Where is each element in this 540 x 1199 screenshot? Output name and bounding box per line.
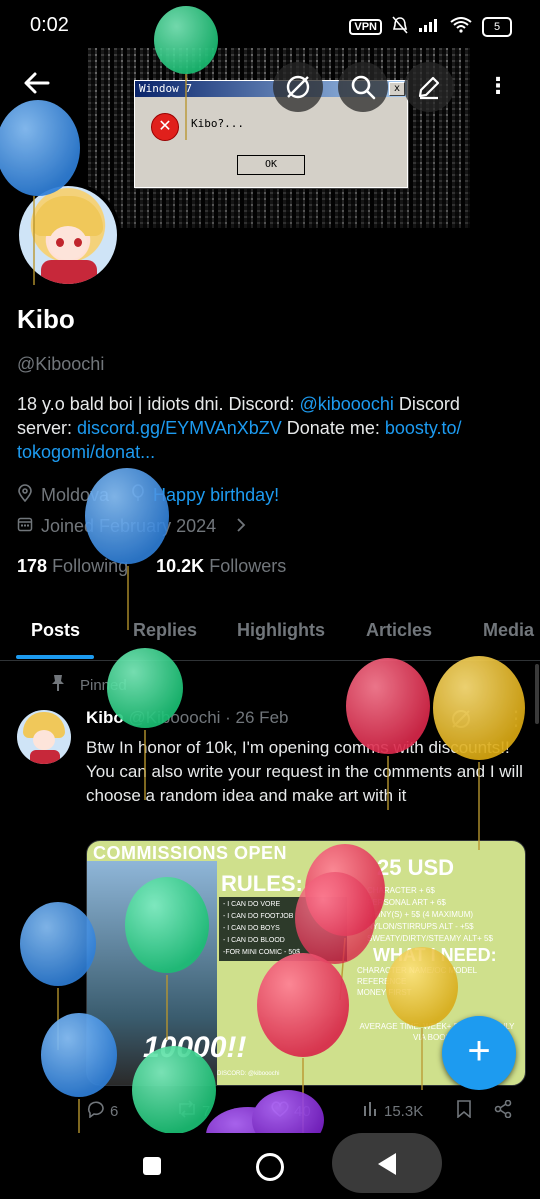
image-price-list: CHARACTER + 6$ PERSONAL ART + 6$ SHINY(S) …: [367, 886, 493, 943]
profile-birthday: Happy birthday!: [153, 485, 280, 505]
image-credit: DISCORD: @kibooochi: [217, 1071, 280, 1077]
post-author[interactable]: Kibo: [86, 708, 124, 727]
image-rules-list: - I CAN DO VORE - I CAN DO FOOTJOB - I CAN…: [219, 897, 347, 961]
post-text: Btw In honor of 10k, I'm opening comms w…: [86, 738, 523, 805]
views-count: 15.3K: [384, 1102, 424, 1120]
dialog-ok-button[interactable]: OK: [237, 155, 305, 175]
search-icon[interactable]: [338, 62, 388, 112]
profile-joined: Joined February 2024: [41, 516, 217, 536]
dialog-title-text: Window 7: [139, 82, 192, 95]
scrollbar[interactable]: [535, 664, 539, 724]
views-button[interactable]: 15.3K: [362, 1100, 423, 1122]
pinned-indicator: Pinned: [50, 674, 127, 696]
balloon-blue-icon: [20, 902, 96, 1050]
post-header: Kibo @Kibooochi · 26 Feb: [86, 708, 288, 728]
followers-count[interactable]: 10.2K: [156, 556, 204, 576]
location-icon: [17, 484, 33, 507]
bio-discord-link[interactable]: discord.gg/EYMVAnXbZV: [77, 418, 282, 438]
image-need-title: WHAT I NEED:: [373, 945, 497, 965]
views-icon: [362, 1100, 380, 1122]
pinned-label: Pinned: [80, 676, 127, 694]
post-more-icon[interactable]: ⋮: [506, 706, 526, 731]
location-birthday-row: Moldova Happy birthday!: [17, 484, 279, 507]
calendar-icon: [17, 516, 33, 537]
pin-icon: [50, 674, 66, 696]
tab-replies[interactable]: Replies: [133, 620, 197, 641]
repost-button[interactable]: 7: [176, 1100, 210, 1122]
tab-posts[interactable]: Posts: [31, 620, 80, 641]
reply-icon: [86, 1100, 106, 1122]
more-options-icon[interactable]: ⋮: [486, 70, 510, 106]
joined-row[interactable]: Joined February 2024: [17, 516, 246, 537]
following-label[interactable]: Following: [52, 556, 128, 576]
profile-avatar[interactable]: [15, 182, 121, 288]
bookmark-icon[interactable]: [456, 1100, 472, 1118]
back-triangle-icon: [378, 1153, 396, 1175]
status-time: 0:02: [30, 14, 69, 36]
repost-count: 7: [202, 1102, 211, 1120]
dialog-message: Kibo?...: [191, 117, 244, 130]
image-need-list: CHARACTER NAME/OC MODEL REFERENCE MONEY FI…: [357, 966, 478, 997]
recents-button[interactable]: [143, 1157, 161, 1175]
reply-count: 6: [110, 1102, 119, 1120]
post-author-avatar[interactable]: [17, 710, 71, 764]
chevron-right-icon: [236, 516, 246, 537]
image-price: 25 USD: [377, 855, 455, 880]
bio-text: Donate me:: [281, 418, 385, 438]
status-icons: VPN 5: [349, 16, 512, 37]
grok-post-icon[interactable]: [450, 708, 472, 735]
image-title: COMMISSIONS OPEN: [93, 843, 288, 863]
grok-icon[interactable]: [273, 62, 323, 112]
tab-articles[interactable]: Articles: [366, 620, 432, 641]
battery-icon: 5: [482, 16, 512, 37]
home-button[interactable]: [256, 1153, 284, 1181]
tab-media[interactable]: Media: [483, 620, 534, 641]
repost-icon: [176, 1100, 198, 1122]
post-handle-date: @Kibooochi · 26 Feb: [128, 708, 289, 727]
profile-location: Moldova: [41, 485, 110, 505]
signal-icon: [418, 18, 440, 35]
balloon-icon: [131, 484, 145, 507]
profile-handle: @Kiboochi: [17, 354, 105, 374]
followers-label[interactable]: Followers: [209, 556, 286, 576]
reply-button[interactable]: 6: [86, 1100, 118, 1122]
following-count[interactable]: 178: [17, 556, 47, 576]
tab-highlights[interactable]: Highlights: [237, 620, 325, 641]
profile-bio: 18 y.o bald boi | idiots dni. Discord: @…: [17, 392, 517, 464]
profile-name: Kibo: [17, 304, 75, 334]
share-icon[interactable]: [494, 1100, 512, 1118]
image-rules-title: RULES:: [221, 871, 303, 896]
profile-tabs: Posts Replies Highlights Articles Media: [0, 612, 540, 661]
follow-stats: 178 Following 10.2K Followers: [17, 556, 286, 577]
active-tab-indicator: [16, 655, 94, 659]
heart-icon: [270, 1100, 290, 1122]
back-arrow-icon[interactable]: [22, 68, 58, 104]
image-10k-text: 10000!!: [143, 1031, 247, 1064]
bio-text: 18 y.o bald boi | idiots dni. Discord:: [17, 394, 300, 414]
vpn-badge: VPN: [349, 18, 382, 35]
like-count: 40: [294, 1102, 311, 1120]
edit-icon[interactable]: [404, 62, 454, 112]
mute-icon: [392, 16, 408, 37]
error-icon: ✕: [151, 113, 179, 141]
like-button[interactable]: 40: [270, 1100, 311, 1122]
dialog-close-button[interactable]: x: [389, 82, 405, 96]
system-nav-bar: [0, 1133, 540, 1199]
wifi-icon: [450, 17, 472, 36]
compose-post-button[interactable]: +: [442, 1016, 516, 1090]
bio-discord-mention[interactable]: @kibooochi: [300, 394, 394, 414]
